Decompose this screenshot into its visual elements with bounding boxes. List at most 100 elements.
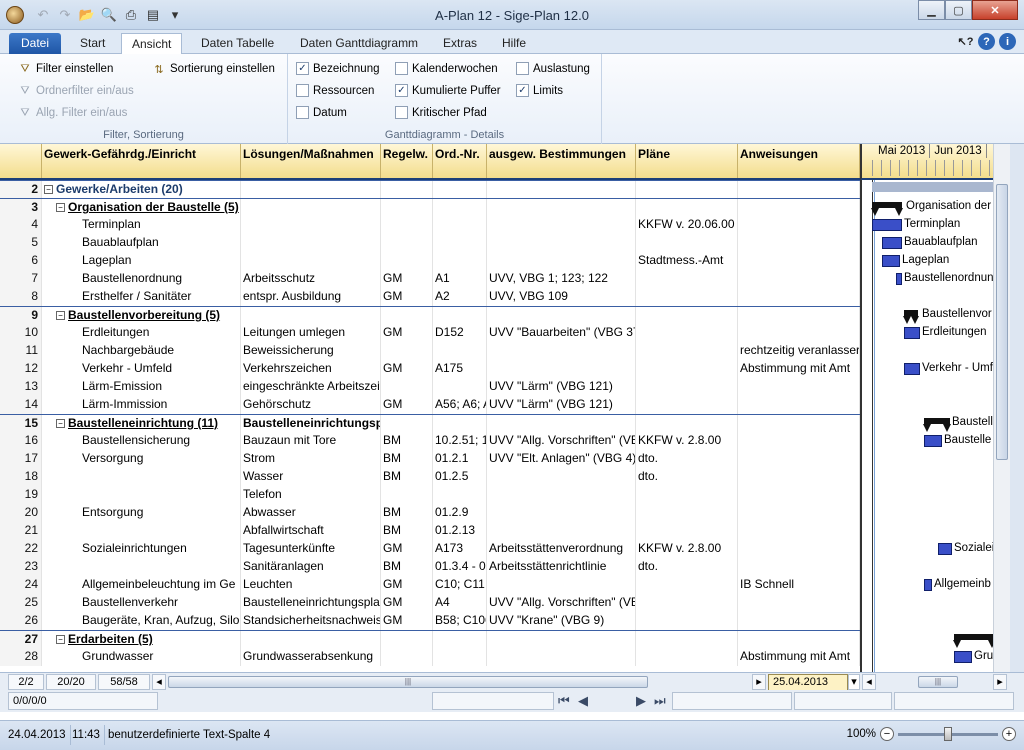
zoom-out-icon[interactable]: − [880,727,894,741]
cell-ord[interactable]: A56; A6; A [433,396,487,414]
zoom-knob[interactable] [944,726,952,741]
cell-anw[interactable] [738,252,860,270]
cell-loes[interactable] [241,631,381,649]
cell-plan[interactable] [636,415,738,433]
cell-anw[interactable]: rechtzeitig veranlasser [738,342,860,360]
cell-loes[interactable] [241,307,381,325]
cell-loes[interactable] [241,199,381,217]
cell-anw[interactable] [738,594,860,612]
cell-loes[interactable]: Telefon [241,486,381,504]
cell-ord[interactable] [433,216,487,234]
checkbox-kumulierte-puffer[interactable]: ✓ Kumulierte Puffer [395,84,501,97]
cell-plan[interactable] [636,270,738,288]
cell-best[interactable]: UVV "Lärm" (VBG 121) [487,396,636,414]
next-record-icon[interactable]: ▶ [636,693,646,709]
scroll-left-icon[interactable]: ◂ [152,674,166,690]
cell-reg[interactable] [381,252,433,270]
cell-plan[interactable] [636,234,738,252]
help-icon[interactable]: ? [978,33,995,50]
gantt-scroll-thumb[interactable]: ||| [918,676,958,688]
ordnerfilter-button[interactable]: ⛛ Ordnerfilter ein/aus [18,84,133,98]
cell-anw[interactable]: Abstimmung mit Amt [738,648,860,666]
cell-best[interactable]: UVV "Bauarbeiten" (VBG 37 [487,324,636,342]
cell-loes[interactable]: entspr. Ausbildung [241,288,381,306]
filter-einstellen-button[interactable]: ⛛ Filter einstellen [18,62,113,76]
cell-ord[interactable]: A2 [433,288,487,306]
column-header[interactable]: Anweisungen [738,144,860,178]
cell-name[interactable] [42,522,241,540]
tab-datei[interactable]: Datei [9,33,61,54]
table-row[interactable]: 19 Telefon [0,486,860,504]
cell-anw[interactable]: IB Schnell [738,576,860,594]
cell-ord[interactable] [433,342,487,360]
cell-anw[interactable] [738,181,860,199]
cell-name[interactable]: Sozialeinrichtungen [42,540,241,558]
cell-ord[interactable] [433,486,487,504]
cell-plan[interactable] [636,324,738,342]
checkbox-datum[interactable]: Datum [296,106,347,119]
cell-reg[interactable]: GM [381,396,433,414]
cell-name[interactable]: − Gewerke/Arbeiten (20) [42,181,241,199]
cell-best[interactable] [487,648,636,666]
cell-ord[interactable] [433,631,487,649]
cell-ord[interactable]: B58; C106 [433,612,487,630]
cell-name[interactable]: Verkehr - Umfeld [42,360,241,378]
cell-anw[interactable] [738,270,860,288]
table-row[interactable]: 22 Sozialeinrichtungen Tagesunterkünfte GM A… [0,540,860,558]
cell-ord[interactable]: 10.2.51; 1 [433,432,487,450]
table-row[interactable]: 3− Organisation der Baustelle (5) [0,198,860,217]
cell-plan[interactable] [636,612,738,630]
cell-ord[interactable]: 01.2.5 [433,468,487,486]
summary-bar[interactable] [871,202,903,216]
cell-best[interactable] [487,360,636,378]
cell-reg[interactable]: GM [381,540,433,558]
cell-anw[interactable] [738,432,860,450]
collapse-icon[interactable]: − [56,203,65,212]
cell-best[interactable] [487,468,636,486]
cell-best[interactable]: UVV, VBG 109 [487,288,636,306]
cell-loes[interactable]: Verkehrszeichen [241,360,381,378]
cell-reg[interactable]: BM [381,558,433,576]
cell-anw[interactable] [738,468,860,486]
table-row[interactable]: 7 Baustellenordnung Arbeitsschutz GM A1 UVV, … [0,270,860,288]
cell-anw[interactable] [738,415,860,433]
cell-loes[interactable] [241,181,381,199]
help-cursor-icon[interactable]: ↖? [957,33,974,50]
cell-reg[interactable] [381,415,433,433]
cell-reg[interactable] [381,199,433,217]
cell-name[interactable]: Entsorgung [42,504,241,522]
cell-anw[interactable] [738,612,860,630]
cell-reg[interactable] [381,342,433,360]
cell-reg[interactable] [381,648,433,666]
table-row[interactable]: 24 Allgemeinbeleuchtung im Ge Leuchten GM C1… [0,576,860,594]
column-header[interactable]: Pläne [636,144,738,178]
cell-anw[interactable] [738,396,860,414]
cell-name[interactable]: Baustellensicherung [42,432,241,450]
task-bar[interactable] [896,273,902,285]
cell-best[interactable]: UVV "Lärm" (VBG 121) [487,378,636,396]
cell-reg[interactable] [381,216,433,234]
cell-ord[interactable] [433,181,487,199]
cell-reg[interactable]: GM [381,360,433,378]
cell-ord[interactable] [433,199,487,217]
cell-best[interactable] [487,199,636,217]
cell-name[interactable]: Lageplan [42,252,241,270]
cell-plan[interactable] [636,486,738,504]
task-bar[interactable] [882,237,902,249]
cell-loes[interactable]: Strom [241,450,381,468]
task-bar[interactable] [904,363,920,375]
cell-anw[interactable] [738,378,860,396]
cell-name[interactable]: Baustellenordnung [42,270,241,288]
cell-ord[interactable]: A4 [433,594,487,612]
cell-anw[interactable]: Abstimmung mit Amt [738,360,860,378]
task-bar[interactable] [924,579,932,591]
maximize-button[interactable]: ▢ [945,0,972,20]
cell-reg[interactable] [381,181,433,199]
cell-name[interactable]: Versorgung [42,450,241,468]
cell-best[interactable]: UVV "Allg. Vorschriften" (VE [487,594,636,612]
table-row[interactable]: 26 Baugeräte, Kran, Aufzug, Silo Standsich… [0,612,860,630]
cell-loes[interactable]: Bauzaun mit Tore [241,432,381,450]
column-header[interactable]: Regelw. [381,144,433,178]
cell-anw[interactable] [738,234,860,252]
cell-plan[interactable]: KKFW v. 2.8.00 [636,540,738,558]
